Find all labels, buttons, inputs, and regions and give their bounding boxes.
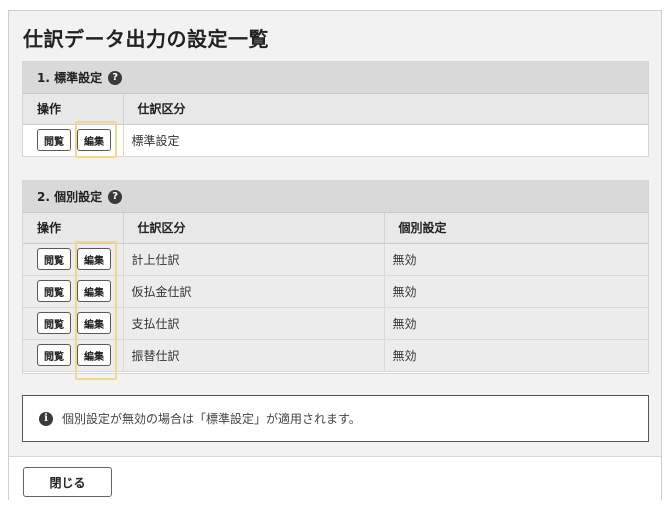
section-heading: 1. 標準設定 ?: [23, 62, 648, 94]
standard-table: 操作 仕訳区分 閲覧 編集 標準設定: [23, 94, 648, 157]
ops-cell: 閲覧 編集: [23, 339, 124, 372]
view-button[interactable]: 閲覧: [37, 344, 71, 366]
view-button[interactable]: 閲覧: [37, 248, 71, 270]
edit-button[interactable]: 編集: [77, 129, 111, 151]
info-note-text: 個別設定が無効の場合は「標準設定」が適用されます。: [62, 412, 361, 426]
edit-button[interactable]: 編集: [77, 312, 111, 334]
table-row: 閲覧 編集 標準設定: [23, 124, 648, 157]
table-header-row: 操作 仕訳区分: [23, 94, 648, 125]
ops-cell: 閲覧 編集: [23, 275, 124, 308]
ops-cell: 閲覧 編集: [23, 243, 124, 276]
col-header-setting: 個別設定: [384, 213, 648, 244]
individual-table: 操作 仕訳区分 個別設定 閲覧 編集 計上仕訳 無効 閲覧 編集 仮払金仕訳 無効: [23, 213, 648, 372]
category-cell: 標準設定: [123, 124, 648, 157]
table-row: 閲覧 編集 計上仕訳 無効: [23, 243, 648, 276]
section-heading-label: 2. 個別設定: [37, 190, 103, 204]
edit-button[interactable]: 編集: [77, 280, 111, 302]
table-row: 閲覧 編集 支払仕訳 無効: [23, 307, 648, 340]
setting-cell: 無効: [384, 307, 648, 340]
table-row: 閲覧 編集 振替仕訳 無効: [23, 339, 648, 372]
setting-cell: 無効: [384, 243, 648, 276]
col-header-category: 仕訳区分: [123, 213, 385, 244]
table-row: 閲覧 編集 仮払金仕訳 無効: [23, 275, 648, 308]
col-header-ops: 操作: [23, 94, 124, 125]
view-button[interactable]: 閲覧: [37, 280, 71, 302]
category-cell: 仮払金仕訳: [123, 275, 385, 308]
info-note: i 個別設定が無効の場合は「標準設定」が適用されます。: [22, 395, 649, 442]
setting-cell: 無効: [384, 339, 648, 372]
col-header-ops: 操作: [23, 213, 124, 244]
settings-dialog: 仕訳データ出力の設定一覧 1. 標準設定 ? 操作 仕訳区分 閲覧 編集 標準設定…: [8, 10, 662, 500]
help-icon[interactable]: ?: [108, 70, 123, 85]
individual-settings-section: 2. 個別設定 ? 操作 仕訳区分 個別設定 閲覧 編集 計上仕訳 無効 閲覧 編集: [22, 180, 649, 374]
ops-cell: 閲覧 編集: [23, 307, 124, 340]
standard-settings-section: 1. 標準設定 ? 操作 仕訳区分 閲覧 編集 標準設定: [22, 61, 649, 157]
col-header-category: 仕訳区分: [123, 94, 648, 125]
edit-button[interactable]: 編集: [77, 248, 111, 270]
view-button[interactable]: 閲覧: [37, 312, 71, 334]
close-button[interactable]: 閉じる: [23, 467, 112, 497]
info-icon: i: [39, 411, 53, 426]
ops-cell: 閲覧 編集: [23, 124, 124, 157]
help-icon[interactable]: ?: [108, 189, 123, 204]
category-cell: 支払仕訳: [123, 307, 385, 340]
view-button[interactable]: 閲覧: [37, 129, 71, 151]
table-header-row: 操作 仕訳区分 個別設定: [23, 213, 648, 244]
category-cell: 計上仕訳: [123, 243, 385, 276]
edit-button[interactable]: 編集: [77, 344, 111, 366]
category-cell: 振替仕訳: [123, 339, 385, 372]
dialog-footer: 閉じる: [9, 456, 661, 500]
section-heading: 2. 個別設定 ?: [23, 181, 648, 213]
setting-cell: 無効: [384, 275, 648, 308]
section-heading-label: 1. 標準設定: [37, 71, 103, 85]
page-title: 仕訳データ出力の設定一覧: [23, 27, 269, 51]
